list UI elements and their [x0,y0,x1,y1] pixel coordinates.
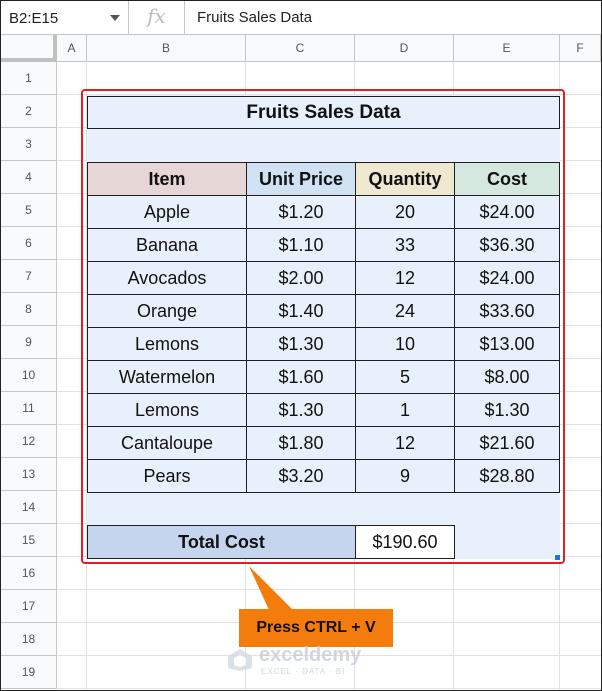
fx-icon: fx [129,1,185,34]
watermark-name: exceldemy [259,644,362,666]
row-header[interactable]: 16 [1,557,57,590]
select-all-corner[interactable] [1,35,57,62]
row-header[interactable]: 10 [1,359,57,392]
row-header[interactable]: 14 [1,491,57,524]
column-header-f[interactable]: F [560,35,601,62]
row-header[interactable]: 8 [1,293,57,326]
row-header[interactable]: 6 [1,227,57,260]
watermark-tagline: EXCEL · DATA · BI [261,667,346,676]
grid-row-line [57,589,601,590]
row-header[interactable]: 13 [1,458,57,491]
chevron-down-icon[interactable] [110,15,120,21]
exceldemy-logo-icon [228,649,252,671]
row-header[interactable]: 19 [1,656,57,689]
formula-input[interactable]: Fruits Sales Data [197,1,312,34]
column-header-c[interactable]: C [246,35,355,62]
row-header[interactable]: 2 [1,95,57,128]
row-header[interactable]: 11 [1,392,57,425]
row-header[interactable]: 4 [1,161,57,194]
grid-row-line [57,688,601,689]
column-header-d[interactable]: D [355,35,454,62]
row-header[interactable]: 7 [1,260,57,293]
row-header[interactable]: 1 [1,62,57,95]
row-header[interactable]: 5 [1,194,57,227]
callout-pointer [249,566,293,610]
watermark: exceldemy EXCEL · DATA · BI [227,642,377,678]
row-header[interactable]: 9 [1,326,57,359]
row-header[interactable]: 18 [1,623,57,656]
column-header-b[interactable]: B [87,35,246,62]
row-header[interactable]: 15 [1,524,57,557]
column-header-a[interactable]: A [57,35,87,62]
name-box[interactable]: B2:E15 [1,1,129,34]
name-box-value: B2:E15 [9,10,59,27]
row-header[interactable]: 17 [1,590,57,623]
column-header-e[interactable]: E [454,35,560,62]
column-headers: A B C D E F [1,35,601,62]
row-header[interactable]: 3 [1,128,57,161]
selection-outline [81,89,565,564]
row-header[interactable]: 12 [1,425,57,458]
fill-handle[interactable] [554,554,561,561]
spreadsheet-window: B2:E15 fx Fruits Sales Data A B C D E F … [0,0,602,691]
formula-bar: B2:E15 fx Fruits Sales Data [1,1,601,35]
